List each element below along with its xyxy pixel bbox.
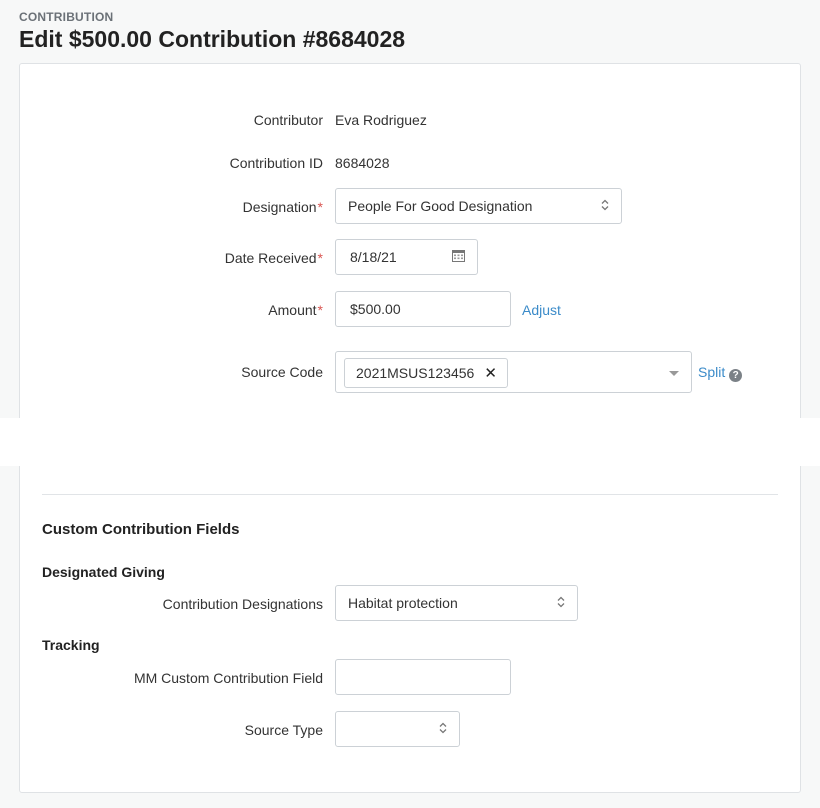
contributor-label: Contributor [253, 112, 323, 128]
required-mark: * [317, 302, 323, 318]
chevron-up-down-icon [439, 722, 447, 737]
page-eyebrow: CONTRIBUTION [19, 10, 114, 24]
contribution-designations-select[interactable]: Habitat protection [335, 585, 578, 621]
required-mark: * [317, 250, 323, 266]
amount-value: $500.00 [350, 301, 401, 317]
amount-input[interactable]: $500.00 [335, 291, 511, 327]
mm-custom-field-label: MM Custom Contribution Field [133, 670, 323, 686]
source-code-label: Source Code [241, 364, 323, 380]
source-code-tag[interactable]: 2021MSUS123456 ✕ [344, 358, 508, 388]
mm-custom-field-input[interactable] [335, 659, 511, 695]
adjust-link[interactable]: Adjust [522, 302, 561, 318]
contributor-value: Eva Rodriguez [335, 112, 427, 128]
designation-select[interactable]: People For Good Designation [335, 188, 622, 224]
source-code-tag-label: 2021MSUS123456 [356, 365, 475, 381]
date-received-value: 8/18/21 [350, 249, 397, 265]
page-title: Edit $500.00 Contribution #8684028 [19, 26, 406, 52]
caret-down-icon[interactable] [669, 371, 679, 376]
custom-fields-title: Custom Contribution Fields [42, 521, 240, 538]
designation-selected-value: People For Good Designation [348, 198, 533, 214]
date-received-input[interactable]: 8/18/21 [335, 239, 478, 275]
close-icon[interactable]: ✕ [484, 364, 497, 382]
source-type-label: Source Type [244, 722, 323, 738]
source-type-select[interactable] [335, 711, 460, 747]
question-circle-icon[interactable]: ? [729, 369, 743, 382]
separator-band [0, 418, 820, 466]
amount-label: Amount* [268, 302, 323, 318]
contribution-id-label: Contribution ID [229, 155, 323, 171]
designation-label: Designation* [242, 199, 323, 215]
contribution-id-value: 8684028 [335, 155, 390, 171]
chevron-up-down-icon [557, 596, 565, 611]
designated-giving-title: Designated Giving [42, 564, 165, 580]
source-code-select[interactable]: 2021MSUS123456 ✕ [335, 351, 692, 393]
required-mark: * [317, 199, 323, 215]
tracking-title: Tracking [42, 637, 100, 653]
contribution-designations-label: Contribution Designations [162, 596, 323, 612]
split-link[interactable]: Split? [698, 364, 743, 382]
calendar-icon[interactable] [452, 249, 465, 265]
date-received-label: Date Received* [224, 250, 323, 266]
contribution-designations-value: Habitat protection [348, 595, 458, 611]
chevron-up-down-icon [601, 199, 609, 214]
section-divider [42, 494, 778, 495]
